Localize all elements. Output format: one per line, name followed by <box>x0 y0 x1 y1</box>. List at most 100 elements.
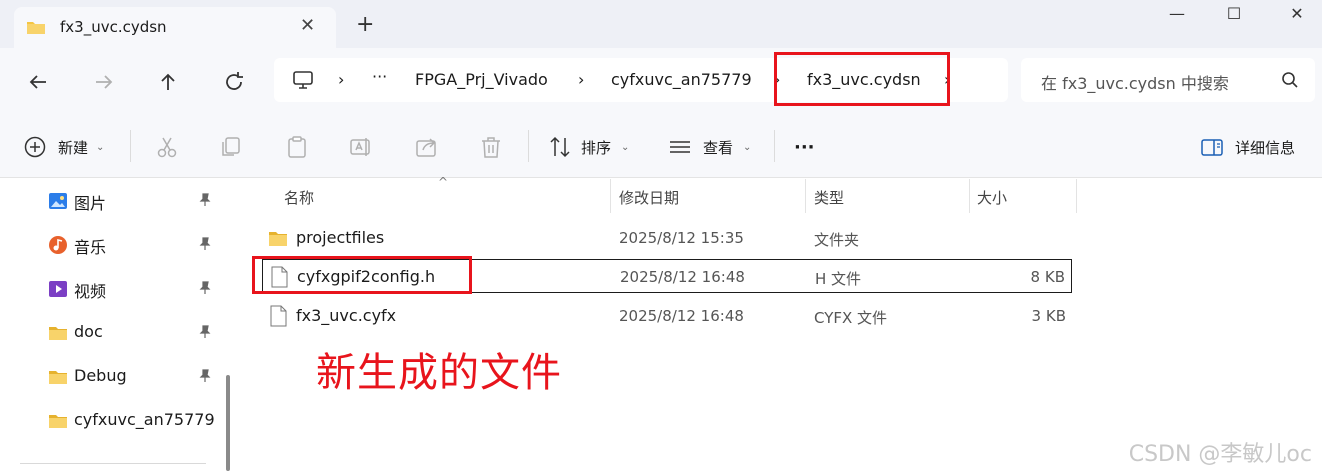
column-divider[interactable] <box>1076 179 1077 213</box>
minimize-button[interactable]: — <box>1162 4 1192 28</box>
details-pane-icon <box>1201 139 1223 156</box>
nav-item-label: cyfxuvc_an75779 <box>74 410 215 429</box>
column-header-modified[interactable]: 修改日期 <box>619 187 679 208</box>
nav-scrollbar[interactable] <box>226 375 230 471</box>
address-row: › ··· FPGA_Prj_Vivado › cyfxuvc_an75779 … <box>0 48 1322 114</box>
file-modified: 2025/8/12 16:48 <box>620 268 745 286</box>
folder-icon <box>49 415 67 428</box>
tab-title: fx3_uvc.cydsn <box>60 18 167 36</box>
breadcrumb-item[interactable]: cyfxuvc_an75779 <box>611 70 752 89</box>
file-list: ^ 名称 修改日期 类型 大小 projectfiles 2025/8/12 1… <box>240 175 1322 474</box>
copy-icon[interactable] <box>218 134 244 160</box>
file-type: H 文件 <box>815 270 862 288</box>
folder-icon <box>49 371 67 384</box>
column-divider[interactable] <box>610 179 611 213</box>
file-icon <box>270 305 287 327</box>
divider <box>20 463 206 464</box>
nav-item-music[interactable]: 音乐 <box>48 233 218 257</box>
view-label: 查看 <box>703 138 734 157</box>
table-row[interactable]: projectfiles 2025/8/12 15:35 文件夹 <box>262 221 1072 255</box>
file-modified: 2025/8/12 16:48 <box>619 307 744 325</box>
table-row[interactable]: fx3_uvc.cyfx 2025/8/12 16:48 CYFX 文件 3 K… <box>262 299 1072 333</box>
nav-item-doc[interactable]: doc <box>48 321 218 345</box>
more-options-button[interactable]: ··· <box>794 134 815 160</box>
nav-item-videos[interactable]: 视频 <box>48 277 218 301</box>
breadcrumb-overflow[interactable]: ··· <box>372 67 387 86</box>
chevron-down-icon: ⌄ <box>743 141 752 153</box>
command-bar: 新建 ⌄ 排序 ⌄ 查看 ⌄ ··· 详细信息 <box>0 114 1322 178</box>
watermark: CSDN @李敏儿oc <box>1128 442 1312 467</box>
divider <box>130 130 131 162</box>
divider <box>774 130 775 162</box>
details-label: 详细信息 <box>1235 138 1296 157</box>
back-arrow-icon[interactable] <box>26 70 50 94</box>
search-placeholder: 在 fx3_uvc.cydsn 中搜索 <box>1041 74 1229 93</box>
delete-icon[interactable] <box>478 134 504 160</box>
nav-item-cyfxuvc[interactable]: cyfxuvc_an75779 <box>48 409 218 433</box>
annotation-label: 新生成的文件 <box>316 350 562 396</box>
search-box[interactable]: 在 fx3_uvc.cydsn 中搜索 <box>1021 58 1315 102</box>
file-type: 文件夹 <box>814 231 860 249</box>
sort-icon <box>550 136 570 158</box>
title-bar: fx3_uvc.cydsn ✕ + — ☐ ✕ <box>0 0 1322 48</box>
folder-icon <box>49 327 67 340</box>
pin-icon[interactable] <box>198 193 212 207</box>
chevron-down-icon: ⌄ <box>96 141 105 153</box>
new-button[interactable]: 新建 ⌄ <box>58 134 104 160</box>
refresh-icon[interactable] <box>222 70 246 94</box>
folder-icon <box>269 232 287 246</box>
pin-icon[interactable] <box>198 281 212 295</box>
file-type: CYFX 文件 <box>814 309 888 327</box>
details-button[interactable]: 详细信息 <box>1235 134 1295 160</box>
annotation-box-current-folder <box>774 52 950 106</box>
column-header-name[interactable]: 名称 <box>284 187 314 208</box>
breadcrumb-item[interactable]: FPGA_Prj_Vivado <box>415 70 548 89</box>
navigation-pane: 图片 音乐 视频 doc Debug cyfxuvc_an75779 <box>0 179 240 474</box>
folder-icon <box>27 22 45 34</box>
forward-arrow-icon[interactable] <box>92 70 116 94</box>
maximize-button[interactable]: ☐ <box>1219 4 1249 28</box>
pin-icon[interactable] <box>198 237 212 251</box>
breadcrumb-separator[interactable]: › <box>578 70 584 89</box>
sort-button[interactable]: 排序 ⌄ <box>581 134 629 160</box>
add-circle-icon <box>24 136 46 158</box>
close-tab-icon[interactable]: ✕ <box>300 15 315 36</box>
annotation-box-new-file <box>252 256 472 294</box>
nav-item-pictures[interactable]: 图片 <box>48 189 218 213</box>
close-window-button[interactable]: ✕ <box>1282 4 1312 28</box>
up-arrow-icon[interactable] <box>156 70 180 94</box>
search-icon[interactable] <box>1281 71 1299 89</box>
new-tab-button[interactable]: + <box>356 14 374 36</box>
sort-label: 排序 <box>581 138 612 157</box>
nav-item-label: 音乐 <box>74 238 107 257</box>
new-label: 新建 <box>58 138 89 157</box>
file-modified: 2025/8/12 15:35 <box>619 229 744 247</box>
column-divider[interactable] <box>805 179 806 213</box>
videos-icon <box>49 281 67 297</box>
file-size: 3 KB <box>1031 307 1066 325</box>
file-name: fx3_uvc.cyfx <box>296 306 397 325</box>
pictures-icon <box>49 193 67 209</box>
column-divider[interactable] <box>969 179 970 213</box>
nav-item-debug[interactable]: Debug <box>48 365 218 389</box>
breadcrumb-separator[interactable]: › <box>338 70 344 89</box>
cut-icon[interactable] <box>154 134 180 160</box>
rename-icon[interactable] <box>348 134 374 160</box>
pin-icon[interactable] <box>198 325 212 339</box>
paste-icon[interactable] <box>284 134 310 160</box>
tab-fx3-uvc[interactable]: fx3_uvc.cydsn ✕ <box>14 7 336 48</box>
pin-icon[interactable] <box>198 369 212 383</box>
computer-icon <box>293 71 313 89</box>
nav-item-label: 视频 <box>74 282 107 301</box>
nav-item-label: Debug <box>74 366 127 385</box>
view-icon <box>670 141 690 153</box>
sort-ascending-icon: ^ <box>438 175 449 189</box>
share-icon[interactable] <box>414 134 440 160</box>
column-header-size[interactable]: 大小 <box>977 187 1007 208</box>
file-size: 8 KB <box>1030 268 1065 286</box>
nav-item-label: doc <box>74 322 103 341</box>
divider <box>528 130 529 162</box>
nav-item-label: 图片 <box>74 194 107 213</box>
column-header-type[interactable]: 类型 <box>814 187 844 208</box>
view-button[interactable]: 查看 ⌄ <box>703 134 751 160</box>
